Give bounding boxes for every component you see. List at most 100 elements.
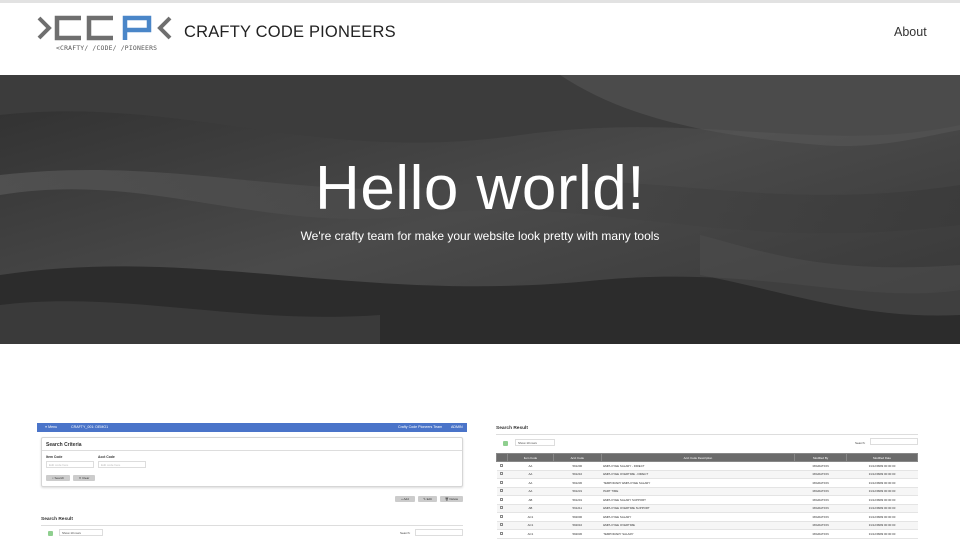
acct-code-label: Acct Code [98, 455, 115, 459]
acct-desc-cell: TEMPORARY SALARY [601, 529, 795, 539]
team-label: Crafty Code Pioneers Team [398, 425, 443, 429]
modified-date-cell: 31/12/9999 00:00:00 [846, 461, 918, 471]
acct-code-input[interactable]: Edit code here [98, 461, 146, 468]
modified-date-cell: 31/12/9999 00:00:00 [846, 478, 918, 488]
table-body: AA 591200 EMPLOYEE SALARY - DIRECT MIGRATIO… [496, 461, 918, 539]
row-select-cell[interactable] [496, 504, 508, 513]
criteria-title: Search Criteria [46, 442, 82, 448]
item-code-cell: AC1 [507, 529, 554, 539]
divider [42, 450, 462, 451]
user-label[interactable]: ADMIN [451, 423, 463, 432]
modified-by-cell: MIGRATION [794, 521, 847, 530]
acct-code-cell: 591210 [553, 470, 602, 479]
add-button[interactable]: + Add [395, 496, 415, 502]
table-row[interactable]: AA 591230 TEMPORARY EMPLOYEE SALARY MIGRATI… [496, 478, 918, 488]
acct-desc-cell: EMPLOYEE SALARY SUPPORT [601, 495, 795, 505]
table-search-input[interactable] [870, 438, 918, 445]
modified-by-cell: MIGRATION [794, 504, 847, 513]
modified-by-cell: MIGRATION [794, 470, 847, 479]
acct-code-cell: 592000 [553, 512, 602, 522]
item-code-label: Item Code [46, 455, 63, 459]
search-button[interactable]: ⌕ Search [46, 475, 70, 481]
acct-code-cell: 591230 [553, 478, 602, 488]
acct-code-cell: 591201 [553, 495, 602, 505]
modified-by-cell: MIGRATION [794, 478, 847, 488]
row-select-cell[interactable] [496, 478, 508, 488]
row-select-cell[interactable] [496, 487, 508, 496]
result-table: Item Code Acct Code Acct Code Descriptio… [496, 453, 918, 539]
table-row[interactable]: AA 591200 EMPLOYEE SALARY - DIRECT MIGRATIO… [496, 461, 918, 471]
result-title: Search Result [41, 517, 73, 522]
logo-subtitle: <CRAFTY/ /CODE/ /PIONEERS [56, 44, 158, 52]
modified-by-cell: MIGRATION [794, 512, 847, 522]
acct-code-cell: 591211 [553, 504, 602, 513]
item-code-cell: AB [507, 504, 554, 513]
export-excel-icon[interactable] [503, 441, 508, 446]
show-rows-select[interactable]: Show 10 rows [515, 439, 555, 446]
acct-code-cell: 591231 [553, 487, 602, 496]
row-checkbox[interactable] [499, 472, 503, 476]
row-checkbox[interactable] [499, 497, 503, 501]
screenshot-search-form: ≡ Menu CRAFTY_001: DEMO1 Crafty Code Pio… [37, 423, 467, 540]
table-row[interactable]: AC1 592000 EMPLOYEE SALARY MIGRATION 31/12/9… [496, 512, 918, 522]
col-modified-date[interactable]: Modified Date [846, 453, 918, 462]
row-checkbox[interactable] [499, 531, 503, 535]
table-row[interactable]: AB 591201 EMPLOYEE SALARY SUPPORT MIGRATION… [496, 495, 918, 505]
table-row[interactable]: AC1 592030 TEMPORARY SALARY MIGRATION 31/12/… [496, 529, 918, 539]
row-checkbox[interactable] [499, 506, 503, 510]
row-select-cell[interactable] [496, 512, 508, 522]
clear-button[interactable]: ✕ Clear [73, 475, 95, 481]
modified-date-cell: 31/12/9999 00:00:00 [846, 512, 918, 522]
acct-code-cell: 592010 [553, 521, 602, 530]
app-topbar: ≡ Menu CRAFTY_001: DEMO1 Crafty Code Pio… [37, 423, 467, 432]
row-select-cell[interactable] [496, 470, 508, 479]
menu-button[interactable]: ≡ Menu [45, 423, 57, 432]
modified-date-cell: 31/12/9999 00:00:00 [846, 495, 918, 505]
edit-button[interactable]: ✎ Edit [418, 496, 437, 502]
col-acct-desc[interactable]: Acct Code Description [600, 453, 796, 462]
acct-desc-cell: TEMPORARY EMPLOYEE SALARY [601, 478, 795, 488]
delete-button[interactable]: 🗑 Delete [440, 496, 463, 502]
table-row[interactable]: AA 591231 PART TIME MIGRATION 31/12/9999 00:… [496, 487, 918, 496]
acct-desc-cell: EMPLOYEE SALARY - DIRECT [601, 461, 795, 471]
modified-by-cell: MIGRATION [794, 487, 847, 496]
row-checkbox[interactable] [499, 514, 503, 518]
table-search-input[interactable] [415, 529, 463, 536]
table-row[interactable]: AA 591210 EMPLOYEE OVERTIME - DIRECT MIGRAT… [496, 470, 918, 479]
row-checkbox[interactable] [499, 523, 503, 527]
row-checkbox[interactable] [499, 463, 503, 467]
row-select-cell[interactable] [496, 495, 508, 505]
row-checkbox[interactable] [499, 480, 503, 484]
table-header-row: Item Code Acct Code Acct Code Descriptio… [496, 453, 918, 462]
modified-by-cell: MIGRATION [794, 495, 847, 505]
row-select-cell[interactable] [496, 529, 508, 539]
screenshot-result-table: Search Result Show 10 rows Search: Item … [495, 423, 920, 540]
export-excel-icon[interactable] [48, 531, 53, 536]
row-checkbox[interactable] [499, 489, 503, 493]
modified-date-cell: 31/12/9999 00:00:00 [846, 521, 918, 530]
row-select-cell[interactable] [496, 461, 508, 471]
col-item-code[interactable]: Item Code [506, 453, 554, 462]
acct-desc-cell: EMPLOYEE SALARY [601, 512, 795, 522]
item-code-cell: AA [507, 461, 554, 471]
ccp-logo-mark [37, 15, 172, 41]
search-label: Search: [400, 531, 411, 535]
divider [496, 434, 918, 435]
table-row[interactable]: AC1 592010 EMPLOYEE OVERTIME MIGRATION 31/12… [496, 521, 918, 530]
item-code-input[interactable]: Edit code here [46, 461, 94, 468]
acct-code-cell: 591200 [553, 461, 602, 471]
hero-heading: Hello world! [315, 154, 645, 223]
item-code-cell: AC1 [507, 521, 554, 530]
search-criteria-panel: Search Criteria Item Code Edit code here… [41, 437, 463, 487]
modified-by-cell: MIGRATION [794, 461, 847, 471]
item-code-cell: AB [507, 495, 554, 505]
brand-name[interactable]: CRAFTY CODE PIONEERS [184, 23, 396, 42]
table-row[interactable]: AB 591211 EMPLOYEE OVERTIME SUPPORT MIGRATI… [496, 504, 918, 513]
row-select-cell[interactable] [496, 521, 508, 530]
nav-about-link[interactable]: About [894, 25, 927, 39]
acct-desc-cell: PART TIME [601, 487, 795, 496]
app-title: CRAFTY_001: DEMO1 [71, 425, 109, 429]
col-modified-by[interactable]: Modified By [794, 453, 848, 462]
show-rows-select[interactable]: Show 10 rows [59, 529, 103, 536]
col-acct-code[interactable]: Acct Code [552, 453, 602, 462]
